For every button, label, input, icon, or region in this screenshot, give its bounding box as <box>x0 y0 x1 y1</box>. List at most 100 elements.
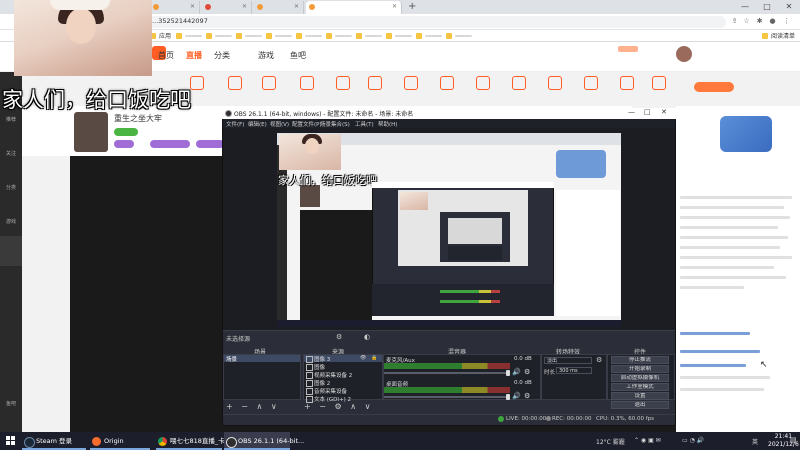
scene-list-toolbar[interactable]: + − ∧ ∨ <box>226 402 280 411</box>
bookmark-apps[interactable]: 应用 <box>150 31 171 41</box>
profile-icon[interactable]: ● <box>768 17 777 26</box>
exit-button[interactable]: 退出 <box>611 401 669 409</box>
taskbar-chrome[interactable]: 喂七七818直播_卡... <box>156 432 231 450</box>
browser-minimize-button[interactable]: — <box>734 0 756 13</box>
obs-menu-file[interactable]: 文件(F) <box>226 120 244 128</box>
category-icon[interactable] <box>262 76 276 90</box>
start-recording-button[interactable]: 开始录制 <box>611 365 669 373</box>
transition-settings-gear-icon[interactable]: ⚙ <box>596 356 602 364</box>
streamer-tag[interactable] <box>196 140 224 148</box>
tab-close-icon[interactable]: ✕ <box>242 3 247 10</box>
mixer-volume-slider[interactable] <box>384 396 510 398</box>
category-icon[interactable] <box>440 76 454 90</box>
tray-weather[interactable]: 12°C 雾霾 <box>596 437 625 446</box>
category-icon[interactable] <box>620 76 634 90</box>
tab-close-icon[interactable]: ✕ <box>294 3 299 10</box>
obs-menu-edit[interactable]: 编辑(E) <box>248 120 267 128</box>
tray-system-icons[interactable]: ▭ ◔ 🔊 <box>682 437 704 444</box>
nav-yuba[interactable]: 鱼吧 <box>290 50 306 61</box>
taskbar-origin[interactable]: Origin <box>90 432 150 450</box>
header-promo-badge[interactable] <box>618 46 638 52</box>
bookmark-item[interactable] <box>206 31 232 41</box>
streamer-avatar[interactable] <box>74 112 108 152</box>
windows-start-icon[interactable] <box>6 436 16 446</box>
source-item[interactable]: 音频采集设备 <box>304 387 382 395</box>
activity-banner[interactable] <box>720 116 772 152</box>
bookmark-item[interactable] <box>356 31 382 41</box>
header-activity-button[interactable] <box>694 82 734 92</box>
mixer-volume-slider[interactable] <box>384 372 510 374</box>
share-icon[interactable]: ⇪ <box>730 17 739 26</box>
mixer-volume-knob[interactable] <box>506 394 510 400</box>
browser-close-button[interactable]: ✕ <box>778 0 800 13</box>
obs-menu-profile[interactable]: 配置文件(P) <box>292 120 322 128</box>
source-item[interactable]: 图像 <box>304 363 382 371</box>
user-avatar[interactable] <box>676 46 692 62</box>
source-list-toolbar[interactable]: + − ⚙ ∧ ∨ <box>304 402 373 411</box>
nav-category[interactable]: 分类 <box>214 50 230 61</box>
sidebar-collapse-handle[interactable] <box>0 236 22 266</box>
transition-type-select[interactable]: 淡出 <box>544 357 592 364</box>
source-filters-icon[interactable]: ◐ <box>364 333 370 341</box>
category-icon[interactable] <box>512 76 526 90</box>
browser-maximize-button[interactable]: □ <box>756 0 778 13</box>
category-icon[interactable] <box>190 76 204 90</box>
source-item[interactable]: 图像 2 <box>304 379 382 387</box>
tray-icons[interactable]: ⌃ ◉ ▣ ✉ <box>634 437 661 444</box>
scene-item[interactable]: 场景 <box>224 355 300 363</box>
category-icon[interactable] <box>336 76 350 90</box>
notification-icon[interactable]: ▤ <box>790 436 797 444</box>
bookmark-star-icon[interactable]: ☆ <box>742 17 751 26</box>
category-icon[interactable] <box>228 76 242 90</box>
bookmark-read-list[interactable]: 阅读清单 <box>762 31 795 41</box>
obs-menu-help[interactable]: 帮助(H) <box>378 120 397 128</box>
taskbar-obs[interactable]: OBS 26.1.1 (64-bit... <box>224 432 304 450</box>
nav-games[interactable]: 游戏 <box>258 50 274 61</box>
category-icon[interactable] <box>652 76 666 90</box>
bookmark-item[interactable] <box>416 31 442 41</box>
obs-minimize-button[interactable]: — <box>628 108 635 116</box>
obs-menu-tools[interactable]: 工具(T) <box>355 120 374 128</box>
start-virtual-camera-button[interactable]: 启动虚拟摄像机 <box>611 374 669 382</box>
category-icon[interactable] <box>476 76 490 90</box>
category-icon[interactable] <box>404 76 418 90</box>
bookmark-item[interactable] <box>386 31 412 41</box>
obs-menu-view[interactable]: 视图(V) <box>270 120 289 128</box>
bookmark-item[interactable] <box>236 31 262 41</box>
tray-input-language[interactable]: 英 <box>752 437 758 446</box>
sidebar-item-recommend[interactable]: 推荐 <box>4 116 18 123</box>
mixer-speaker-icon[interactable]: 🔊 <box>512 392 521 400</box>
sidebar-item-category[interactable]: 分类 <box>4 184 18 191</box>
browser-tab-active[interactable]: ✕ <box>306 1 402 14</box>
obs-menu-scene-collection[interactable]: 场景集合(S) <box>320 120 350 128</box>
nav-home[interactable]: 首页 <box>158 50 174 61</box>
browser-menu-icon[interactable]: ⋮ <box>782 17 791 26</box>
source-visibility-eye-icon[interactable]: 👁 <box>360 355 366 361</box>
sidebar-item-yuba[interactable]: 鱼吧 <box>4 400 18 407</box>
new-tab-button[interactable]: + <box>408 1 416 12</box>
source-properties-gear-icon[interactable]: ⚙ <box>336 333 342 341</box>
bookmark-item[interactable] <box>296 31 322 41</box>
tab-close-icon[interactable]: ✕ <box>392 3 397 10</box>
bookmark-item[interactable] <box>266 31 292 41</box>
browser-tab-3[interactable]: ✕ <box>254 1 304 14</box>
mixer-speaker-icon[interactable]: 🔊 <box>512 368 521 376</box>
address-bar[interactable] <box>146 16 726 28</box>
sidebar-item-follow[interactable]: 关注 <box>4 150 18 157</box>
sidebar-item-games[interactable]: 游戏 <box>4 218 18 225</box>
bookmark-item[interactable] <box>176 31 202 41</box>
browser-tab-1[interactable]: ✕ <box>150 1 200 14</box>
source-lock-icon[interactable]: 🔒 <box>371 355 377 361</box>
tab-close-icon[interactable]: ✕ <box>190 3 195 10</box>
category-icon[interactable] <box>584 76 598 90</box>
transition-duration-input[interactable]: 300 ms <box>556 367 592 374</box>
nav-live[interactable]: 直播 <box>186 50 202 61</box>
streamer-tag[interactable] <box>150 140 190 148</box>
category-icon[interactable] <box>300 76 314 90</box>
stop-streaming-button[interactable]: 停止推流 <box>611 356 669 364</box>
studio-mode-button[interactable]: 工作室模式 <box>611 383 669 391</box>
source-item[interactable]: 文本 (GDI+) 2 <box>304 395 382 403</box>
taskbar-steam-login[interactable]: Steam 登录 <box>22 432 86 450</box>
extensions-icon[interactable]: ✱ <box>755 17 764 26</box>
settings-button[interactable]: 设置 <box>611 392 669 400</box>
